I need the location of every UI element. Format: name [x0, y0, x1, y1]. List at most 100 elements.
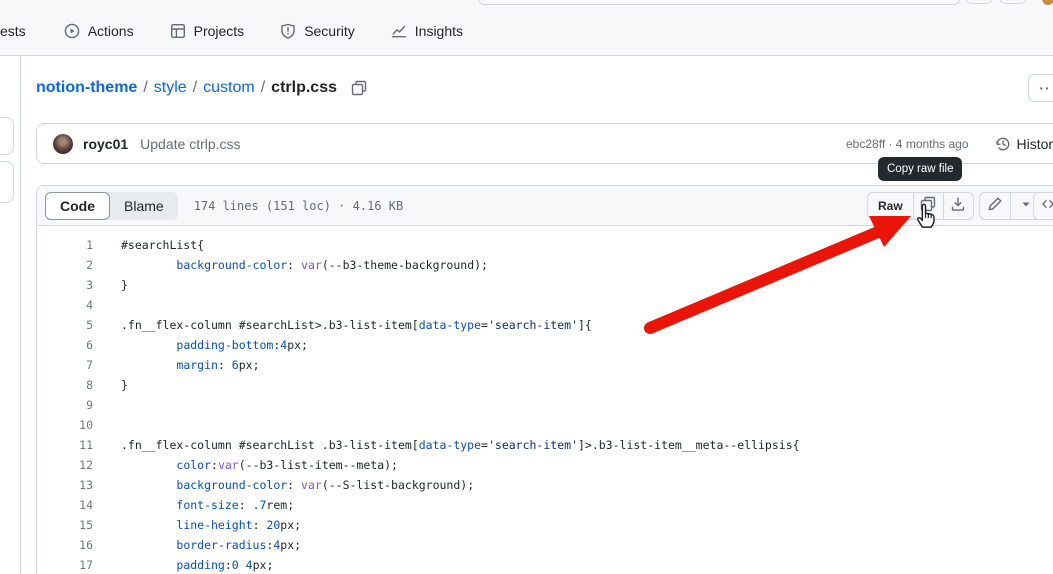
tab-security[interactable]: Security [272, 19, 363, 43]
avatar[interactable] [1042, 0, 1053, 5]
sidebar-button-fragment[interactable] [0, 117, 14, 155]
code-line: 9 [37, 395, 1053, 415]
commit-author[interactable]: royc01 [83, 136, 128, 152]
line-number[interactable]: 5 [37, 315, 93, 335]
raw-copy-download-group: Raw [867, 192, 974, 220]
file-content-box: Code Blame 174 lines (151 loc) · 4.16 KB… [36, 185, 1053, 574]
sidebar-divider [20, 56, 21, 574]
code-text: .fn__flex-column #searchList .b3-list-it… [121, 438, 800, 452]
breadcrumb-separator: / [192, 79, 198, 96]
history-icon [995, 136, 1011, 152]
breadcrumb-repo-link[interactable]: notion-theme [36, 79, 137, 97]
triangle-down-icon [1020, 197, 1032, 215]
code-line: 12 color:var(--b3-list-item--meta); [37, 455, 1053, 475]
line-number[interactable]: 12 [37, 455, 93, 475]
file-size-meta: 174 lines (151 loc) · 4.16 KB [193, 198, 404, 213]
line-number[interactable]: 17 [37, 555, 93, 574]
raw-button[interactable]: Raw [868, 193, 913, 219]
tab-blame[interactable]: Blame [110, 192, 178, 220]
line-number[interactable]: 13 [37, 475, 93, 495]
tab-label: Actions [87, 23, 134, 39]
breadcrumb: notion-theme / style / custom / ctrlp.cs… [36, 79, 367, 97]
tab-code[interactable]: Code [45, 191, 110, 220]
breadcrumb-style-link[interactable]: style [154, 79, 187, 97]
code-symbols-icon [1040, 196, 1053, 217]
tab-label: Projects [193, 23, 245, 39]
tab-projects[interactable]: Projects [162, 19, 253, 43]
code-blame-toggle: Code Blame [45, 191, 178, 220]
breadcrumb-custom-link[interactable]: custom [203, 79, 255, 97]
code-line: 2 background-color: var(--b3-theme-backg… [37, 255, 1053, 275]
code-line: 17 padding:0 4px; [37, 555, 1053, 574]
line-number[interactable]: 8 [37, 375, 93, 395]
line-number[interactable]: 14 [37, 495, 93, 515]
line-number[interactable]: 4 [37, 295, 93, 315]
tab-label: Insights [414, 23, 464, 39]
copy-icon [920, 196, 936, 217]
line-number[interactable]: 16 [37, 535, 93, 555]
code-line: 16 border-radius:4px; [37, 535, 1053, 555]
breadcrumb-separator: / [260, 79, 266, 96]
tab-insights[interactable]: Insights [383, 19, 471, 43]
graph-icon [391, 23, 407, 39]
copy-path-icon[interactable] [351, 80, 367, 96]
copy-raw-button[interactable] [912, 193, 943, 219]
tab-actions[interactable]: Actions [56, 19, 142, 43]
code-line: 11 .fn__flex-column #searchList .b3-list-… [37, 435, 1053, 455]
code-text: background-color: var(--S-list-backgroun… [176, 478, 475, 492]
search-input-fragment[interactable] [478, 0, 960, 5]
download-raw-button[interactable] [942, 193, 973, 219]
download-icon [950, 196, 966, 217]
breadcrumb-separator: / [143, 79, 148, 96]
code-text: color:var(--b3-list-item--meta); [176, 458, 398, 472]
top-header: ests Actions Projects Security Insights [0, 0, 1053, 56]
edit-file-group [979, 192, 1041, 220]
code-line: 8} [37, 375, 1053, 395]
code-line: 14 font-size: .7rem; [37, 495, 1053, 515]
code-text: font-size: .7rem; [176, 498, 295, 512]
commit-message[interactable]: Update ctrlp.css [140, 136, 240, 152]
tab-pull-requests-partial[interactable]: ests [0, 23, 26, 39]
code-text: .fn__flex-column #searchList>.b3-list-it… [121, 318, 592, 332]
code-text: padding-bottom:4px; [176, 338, 308, 352]
commit-sha-and-time[interactable]: ebc28ff · 4 months ago [846, 137, 969, 151]
copy-raw-file-tooltip: Copy raw file [878, 157, 963, 181]
file-options-kebab-button[interactable]: ·· [1028, 74, 1053, 102]
line-number[interactable]: 7 [37, 355, 93, 375]
pencil-icon [987, 196, 1003, 217]
code-text: margin: 6px; [176, 358, 260, 372]
line-number[interactable]: 10 [37, 415, 93, 435]
code-text: padding:0 4px; [176, 558, 274, 572]
sidebar-button-fragment[interactable] [0, 161, 14, 203]
line-number[interactable]: 15 [37, 515, 93, 535]
line-number[interactable]: 6 [37, 335, 93, 355]
code-line: 15 line-height: 20px; [37, 515, 1053, 535]
header-button-fragment[interactable] [966, 0, 992, 4]
symbols-panel-button[interactable] [1033, 192, 1053, 220]
code-line: 4 [37, 295, 1053, 315]
code-text: } [121, 378, 128, 392]
edit-file-button[interactable] [980, 193, 1010, 219]
code-lines: 1 #searchList{2 background-color: var(--b… [37, 226, 1053, 574]
history-button[interactable]: History [995, 136, 1053, 152]
table-icon [170, 23, 186, 39]
breadcrumb-file-name: ctrlp.css [271, 79, 337, 96]
code-text: background-color: var(--b3-theme-backgro… [176, 258, 488, 272]
line-number[interactable]: 3 [37, 275, 93, 295]
shield-icon [280, 23, 296, 39]
header-button-fragment[interactable] [1000, 0, 1026, 4]
avatar[interactable] [53, 133, 73, 154]
code-line: 10 [37, 415, 1053, 435]
line-number[interactable]: 2 [37, 255, 93, 275]
code-line: 5 .fn__flex-column #searchList>.b3-list-i… [37, 315, 1053, 335]
file-header-toolbar: Code Blame 174 lines (151 loc) · 4.16 KB… [37, 186, 1053, 226]
line-number[interactable]: 9 [37, 395, 93, 415]
code-line: 1 #searchList{ [37, 235, 1053, 255]
code-line: 3} [37, 275, 1053, 295]
line-number[interactable]: 1 [37, 235, 93, 255]
line-number[interactable]: 11 [37, 435, 93, 455]
code-line: 6 padding-bottom:4px; [37, 335, 1053, 355]
